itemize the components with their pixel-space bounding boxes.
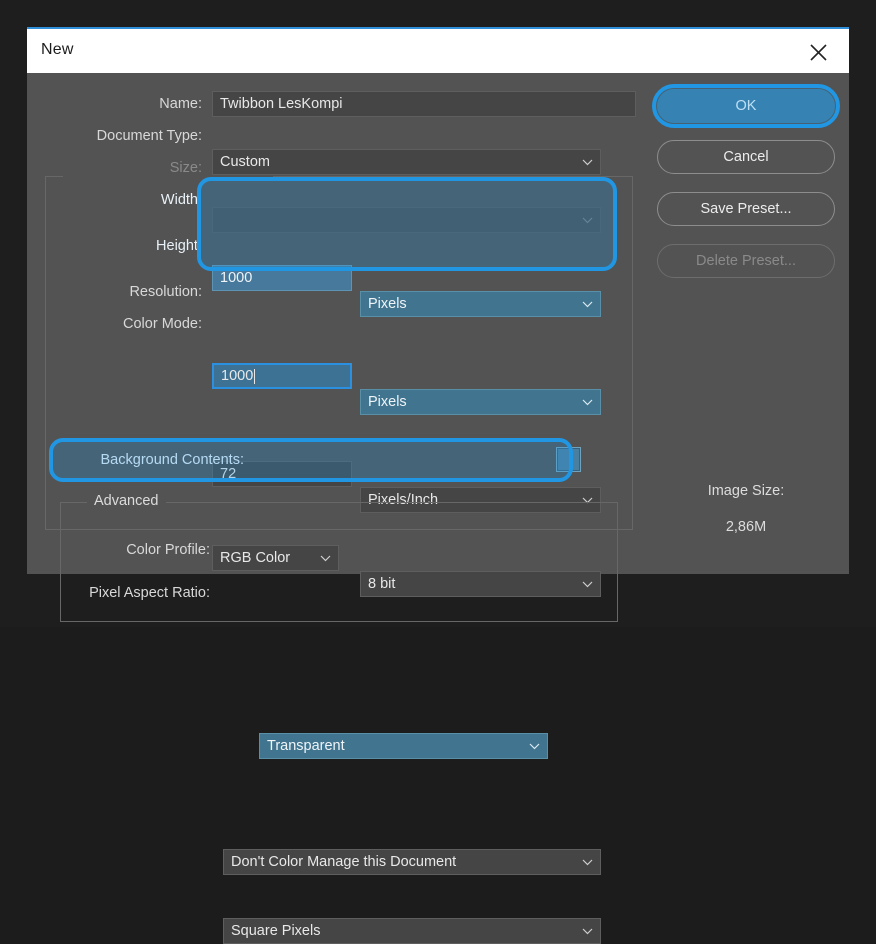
width-row: Width: bbox=[152, 187, 202, 213]
width-unit-value: Pixels bbox=[368, 296, 407, 312]
text-caret bbox=[254, 368, 256, 384]
height-row: Height: bbox=[145, 233, 202, 259]
cancel-button[interactable]: Cancel bbox=[657, 140, 835, 174]
color-profile-select[interactable]: Don't Color Manage this Document bbox=[223, 849, 601, 875]
name-label: Name: bbox=[159, 96, 202, 112]
pixel-aspect-ratio-select[interactable]: Square Pixels bbox=[223, 918, 601, 944]
color-profile-row: Color Profile: bbox=[122, 537, 210, 563]
ok-button[interactable]: OK bbox=[657, 89, 835, 123]
width-label: Width: bbox=[160, 192, 202, 208]
document-type-row: Document Type: bbox=[82, 123, 202, 149]
name-input-value: Twibbon LesKompi bbox=[220, 96, 343, 112]
chevron-down-icon bbox=[582, 857, 593, 868]
chevron-down-icon bbox=[582, 397, 593, 408]
resolution-label: Resolution: bbox=[129, 284, 202, 300]
color-mode-row: Color Mode: bbox=[110, 311, 202, 337]
save-preset-button-label: Save Preset... bbox=[700, 201, 792, 217]
image-size-value: 2,86M bbox=[725, 519, 767, 535]
dialog-titlebar: New bbox=[27, 27, 849, 73]
height-unit-select[interactable]: Pixels bbox=[360, 389, 601, 415]
height-input-value: 1000 bbox=[221, 368, 254, 384]
delete-preset-button-label: Delete Preset... bbox=[696, 253, 796, 269]
height-input[interactable]: 1000 bbox=[212, 363, 352, 389]
document-type-value: Custom bbox=[220, 154, 270, 170]
color-profile-value: Don't Color Manage this Document bbox=[231, 854, 457, 870]
pixel-aspect-ratio-row: Pixel Aspect Ratio: bbox=[89, 580, 210, 606]
background-color-swatch[interactable] bbox=[556, 447, 581, 472]
name-row: Name: bbox=[132, 91, 202, 117]
background-contents-select[interactable]: Transparent bbox=[259, 733, 548, 759]
chevron-down-icon bbox=[582, 215, 593, 226]
chevron-down-icon bbox=[582, 157, 593, 168]
color-profile-label: Color Profile: bbox=[126, 542, 210, 558]
size-select bbox=[212, 207, 601, 233]
image-size-label: Image Size: bbox=[707, 483, 785, 499]
width-unit-select[interactable]: Pixels bbox=[360, 291, 601, 317]
background-contents-value: Transparent bbox=[267, 738, 345, 754]
width-input[interactable]: 1000 bbox=[212, 265, 352, 291]
height-label: Height: bbox=[156, 238, 202, 254]
dialog-title: New bbox=[41, 41, 74, 58]
size-row: Size: bbox=[132, 155, 202, 181]
delete-preset-button: Delete Preset... bbox=[657, 244, 835, 278]
close-icon[interactable] bbox=[797, 35, 839, 69]
pixel-aspect-ratio-value: Square Pixels bbox=[231, 923, 321, 939]
document-type-label: Document Type: bbox=[96, 128, 202, 144]
size-label: Size: bbox=[169, 160, 202, 176]
color-mode-label: Color Mode: bbox=[123, 316, 202, 332]
screen: New Name: Twibbon LesKompi Document Type… bbox=[0, 0, 876, 944]
background-contents-row: Background Contents: bbox=[64, 447, 244, 473]
cancel-button-label: Cancel bbox=[723, 149, 769, 165]
new-document-dialog: New Name: Twibbon LesKompi Document Type… bbox=[27, 27, 849, 944]
chevron-down-icon bbox=[529, 741, 540, 752]
chevron-down-icon bbox=[582, 299, 593, 310]
document-type-select[interactable]: Custom bbox=[212, 149, 601, 175]
name-input[interactable]: Twibbon LesKompi bbox=[212, 91, 636, 117]
save-preset-button[interactable]: Save Preset... bbox=[657, 192, 835, 226]
advanced-legend: Advanced bbox=[87, 493, 166, 509]
width-input-value: 1000 bbox=[220, 270, 253, 286]
height-unit-value: Pixels bbox=[368, 394, 407, 410]
pixel-aspect-ratio-label: Pixel Aspect Ratio: bbox=[89, 585, 210, 601]
dialog-body: Name: Twibbon LesKompi Document Type: Cu… bbox=[27, 73, 849, 944]
resolution-row: Resolution: bbox=[110, 279, 202, 305]
chevron-down-icon bbox=[582, 926, 593, 937]
background-contents-label: Background Contents: bbox=[100, 452, 244, 468]
ok-button-label: OK bbox=[735, 98, 757, 114]
